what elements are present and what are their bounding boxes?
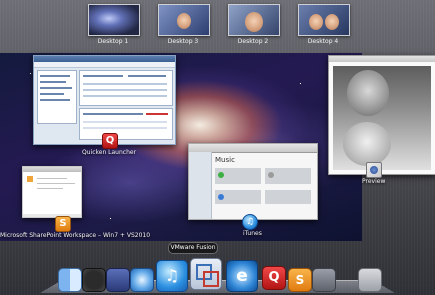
safari-icon[interactable] — [130, 268, 154, 292]
photo-image — [333, 66, 431, 170]
itunes-dock-icon[interactable]: ♫ — [156, 260, 188, 292]
quicken-icon — [102, 133, 118, 149]
space-thumbnail — [158, 4, 210, 36]
sharepoint-dock-icon[interactable]: S — [288, 268, 312, 292]
itunes-icon — [242, 214, 258, 230]
space-desktop-3[interactable]: Desktop 3 — [158, 4, 210, 46]
preview-window-label: Preview — [362, 178, 386, 185]
space-label: Desktop 3 — [167, 38, 199, 45]
title-bar — [329, 56, 435, 62]
dock: ♫ e Q S — [40, 258, 395, 293]
space-desktop-4[interactable]: Desktop 4 — [298, 4, 350, 46]
menu-bar — [34, 62, 175, 68]
itunes-window-label: iTunes — [243, 230, 262, 237]
sharepoint-window[interactable] — [22, 166, 82, 218]
account-pane — [37, 70, 77, 124]
itunes-sidebar — [189, 152, 212, 219]
mission-control-icon[interactable] — [106, 268, 130, 292]
summary-pane — [79, 70, 173, 106]
quicken-window-label: Quicken Launcher — [82, 149, 137, 156]
itunes-window[interactable]: Music — [188, 143, 318, 220]
sharepoint-window-label: Microsoft SharePoint Workspace – Win7 + … — [0, 232, 151, 239]
internet-explorer-icon[interactable]: e — [226, 260, 258, 292]
dock-tooltip: VMware Fusion — [168, 242, 218, 254]
preview-window[interactable] — [328, 55, 435, 175]
space-thumbnail — [228, 4, 280, 36]
spaces-bar: Desktop 1 Desktop 3 Desktop 2 Desktop 4 — [86, 4, 356, 46]
dashboard-icon[interactable] — [82, 268, 106, 292]
quicken-dock-icon[interactable]: Q — [262, 266, 286, 290]
trash-icon[interactable] — [358, 268, 382, 292]
space-label: Desktop 2 — [237, 38, 269, 45]
preview-icon — [366, 162, 382, 178]
space-label: Desktop 4 — [307, 38, 339, 45]
space-desktop-2[interactable]: Desktop 2 — [228, 4, 280, 46]
vmware-fusion-icon[interactable] — [190, 258, 222, 290]
space-label: Desktop 1 — [97, 38, 129, 45]
sharepoint-icon — [55, 216, 71, 232]
title-bar — [23, 167, 81, 172]
quicken-window[interactable] — [33, 55, 176, 145]
finder-icon[interactable] — [58, 268, 82, 292]
itunes-heading: Music — [215, 156, 235, 164]
utilities-icon[interactable] — [312, 268, 336, 292]
space-desktop-1[interactable]: Desktop 1 — [88, 4, 140, 46]
register-pane — [79, 108, 173, 140]
space-thumbnail — [298, 4, 350, 36]
space-thumbnail — [88, 4, 140, 36]
